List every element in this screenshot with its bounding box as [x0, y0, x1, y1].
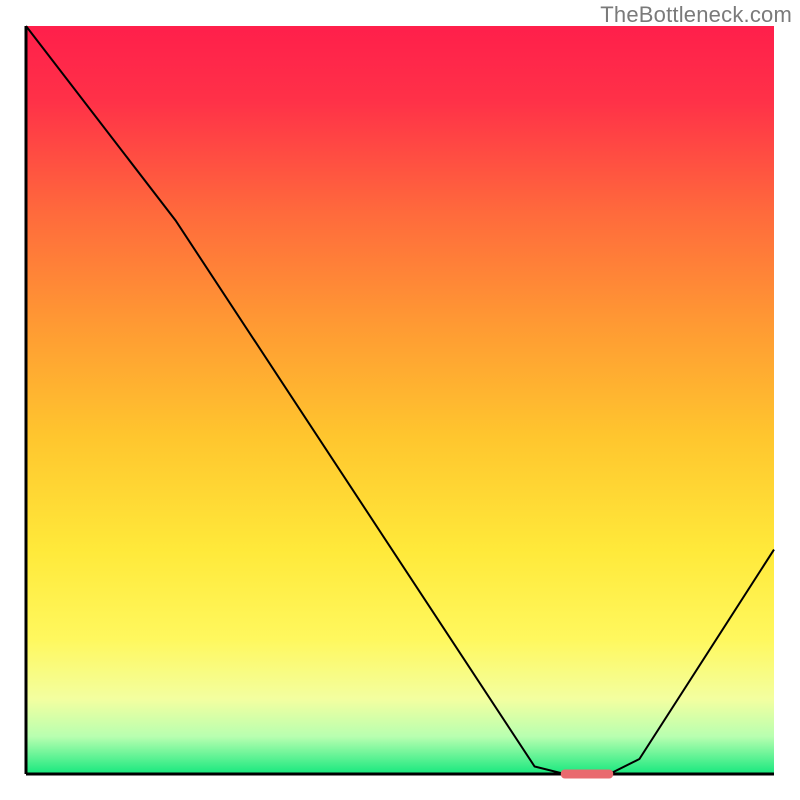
- optimal-marker: [561, 770, 613, 779]
- chart-container: TheBottleneck.com: [0, 0, 800, 800]
- bottleneck-chart: [0, 0, 800, 800]
- plot-background: [26, 26, 774, 774]
